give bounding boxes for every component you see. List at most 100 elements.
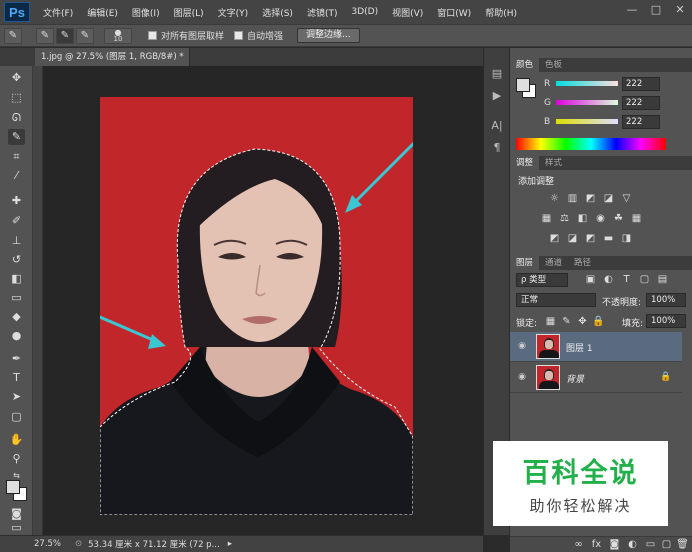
layer-style-icon[interactable]: fx: [590, 539, 603, 550]
tab-channels[interactable]: 通道: [539, 256, 568, 270]
photo-document[interactable]: [100, 97, 413, 515]
filter-type-icon[interactable]: T: [620, 274, 633, 285]
selective-color-icon[interactable]: ▬: [602, 233, 615, 244]
opacity-field[interactable]: 100%: [646, 293, 686, 307]
r-value-field[interactable]: 222: [622, 77, 660, 91]
lock-all-icon[interactable]: 🔒: [592, 316, 605, 327]
status-info-icon[interactable]: ⊙: [75, 539, 82, 549]
brightness-contrast-icon[interactable]: ☼: [548, 193, 561, 204]
lock-transparent-icon[interactable]: ▦: [544, 316, 557, 327]
dodge-tool-icon[interactable]: ●: [8, 328, 25, 344]
layer-row-background[interactable]: ◉ 背景 🔒: [510, 363, 682, 393]
layer-filter-dropdown[interactable]: ρ 类型: [516, 273, 568, 287]
add-mask-icon[interactable]: ◙: [608, 539, 621, 550]
menu-layer[interactable]: 图层(L): [167, 6, 211, 19]
g-value-field[interactable]: 222: [622, 96, 660, 110]
quick-selection-tool-icon[interactable]: ✎: [8, 129, 25, 145]
zoom-tool-icon[interactable]: ⚲: [8, 451, 25, 467]
status-menu-arrow-icon[interactable]: ▸: [228, 539, 232, 549]
color-balance-icon[interactable]: ⚖: [558, 213, 571, 224]
eraser-tool-icon[interactable]: ◧: [8, 271, 25, 287]
shape-tool-icon[interactable]: ▢: [8, 409, 25, 425]
filter-pixel-icon[interactable]: ▣: [584, 274, 597, 285]
b-slider[interactable]: [556, 119, 618, 124]
zoom-level[interactable]: 27.5%: [34, 539, 61, 549]
menu-3d[interactable]: 3D(D): [344, 7, 385, 17]
paragraph-panel-icon[interactable]: ¶: [489, 140, 505, 156]
blend-mode-dropdown[interactable]: 正常: [516, 293, 596, 307]
character-panel-icon[interactable]: A|: [489, 118, 505, 134]
tool-preset-picker[interactable]: ✎: [4, 27, 22, 44]
color-spectrum-ramp[interactable]: [516, 138, 666, 150]
filter-adjustment-icon[interactable]: ◐: [602, 274, 615, 285]
gradient-map-icon[interactable]: ◨: [620, 233, 633, 244]
color-panel-foreground[interactable]: [516, 78, 530, 92]
refine-edge-button[interactable]: 调整边缘...: [297, 28, 360, 43]
document-tab[interactable]: 1.jpg @ 27.5% (图层 1, RGB/8#) * ×: [35, 48, 190, 66]
link-layers-icon[interactable]: ∞: [572, 539, 585, 550]
lasso-tool-icon[interactable]: ᘏ: [8, 110, 25, 126]
channel-mixer-icon[interactable]: ☘: [612, 213, 625, 224]
brush-size-picker[interactable]: ● 10: [104, 27, 132, 44]
menu-edit[interactable]: 编辑(E): [80, 6, 125, 19]
history-brush-tool-icon[interactable]: ↺: [8, 252, 25, 268]
eyedropper-tool-icon[interactable]: ⁄: [8, 168, 25, 184]
quick-mask-icon[interactable]: ◙: [8, 506, 25, 522]
healing-brush-tool-icon[interactable]: ✚: [8, 193, 25, 209]
tab-styles[interactable]: 样式: [539, 156, 568, 170]
menu-image[interactable]: 图像(I): [125, 6, 167, 19]
g-slider[interactable]: [556, 100, 618, 105]
menu-file[interactable]: 文件(F): [36, 6, 80, 19]
menu-window[interactable]: 窗口(W): [430, 6, 478, 19]
new-adjustment-icon[interactable]: ◐: [626, 539, 639, 550]
marquee-tool-icon[interactable]: ⬚: [8, 90, 25, 106]
eye-icon[interactable]: ◉: [516, 372, 528, 384]
brush-tool-icon[interactable]: ✐: [8, 213, 25, 229]
foreground-color-swatch[interactable]: [6, 480, 20, 494]
sample-all-layers-checkbox[interactable]: [148, 31, 157, 40]
new-layer-icon[interactable]: ▢: [660, 539, 673, 550]
levels-icon[interactable]: ▥: [566, 193, 579, 204]
lock-image-icon[interactable]: ✎: [560, 316, 573, 327]
subtract-from-selection-brush-icon[interactable]: ✎: [76, 27, 94, 44]
screen-mode-icon[interactable]: ▭: [8, 522, 25, 534]
tab-layers[interactable]: 图层: [510, 256, 540, 270]
filter-shape-icon[interactable]: ▢: [638, 274, 651, 285]
new-selection-brush-icon[interactable]: ✎: [36, 27, 54, 44]
black-white-icon[interactable]: ◧: [576, 213, 589, 224]
move-tool-icon[interactable]: ✥: [8, 70, 25, 86]
actions-panel-icon[interactable]: ▶: [489, 88, 505, 104]
r-slider[interactable]: [556, 81, 618, 86]
menu-filter[interactable]: 滤镜(T): [300, 6, 345, 19]
lock-position-icon[interactable]: ✥: [576, 316, 589, 327]
filter-smart-object-icon[interactable]: ▤: [656, 274, 669, 285]
trash-icon[interactable]: 🗑: [676, 539, 689, 550]
tab-adjustments[interactable]: 调整: [510, 156, 540, 170]
blur-tool-icon[interactable]: ◆: [8, 309, 25, 325]
minimize-button[interactable]: —: [624, 3, 640, 17]
crop-tool-icon[interactable]: ⌗: [8, 149, 25, 165]
color-lookup-icon[interactable]: ▦: [630, 213, 643, 224]
exposure-icon[interactable]: ◪: [602, 193, 615, 204]
tab-paths[interactable]: 路径: [568, 256, 597, 270]
layer-row-layer1[interactable]: ◉ 图层 1: [510, 332, 682, 362]
threshold-icon[interactable]: ◩: [584, 233, 597, 244]
new-group-icon[interactable]: ▭: [644, 539, 657, 550]
fill-field[interactable]: 100%: [646, 314, 686, 328]
path-selection-tool-icon[interactable]: ➤: [8, 389, 25, 405]
gradient-tool-icon[interactable]: ▭: [8, 290, 25, 306]
add-to-selection-brush-icon[interactable]: ✎: [56, 27, 74, 44]
menu-select[interactable]: 选择(S): [255, 6, 300, 19]
tab-swatches[interactable]: 色板: [539, 58, 568, 72]
tab-color[interactable]: 颜色: [510, 58, 540, 72]
photo-filter-icon[interactable]: ◉: [594, 213, 607, 224]
auto-enhance-checkbox[interactable]: [234, 31, 244, 40]
menu-help[interactable]: 帮助(H): [478, 6, 524, 19]
menu-type[interactable]: 文字(Y): [211, 6, 256, 19]
type-tool-icon[interactable]: T: [8, 370, 25, 386]
posterize-icon[interactable]: ◪: [566, 233, 579, 244]
hand-tool-icon[interactable]: ✋: [8, 432, 25, 448]
clone-stamp-tool-icon[interactable]: ⊥: [8, 233, 25, 249]
menu-view[interactable]: 视图(V): [385, 6, 430, 19]
pen-tool-icon[interactable]: ✒: [8, 351, 25, 367]
